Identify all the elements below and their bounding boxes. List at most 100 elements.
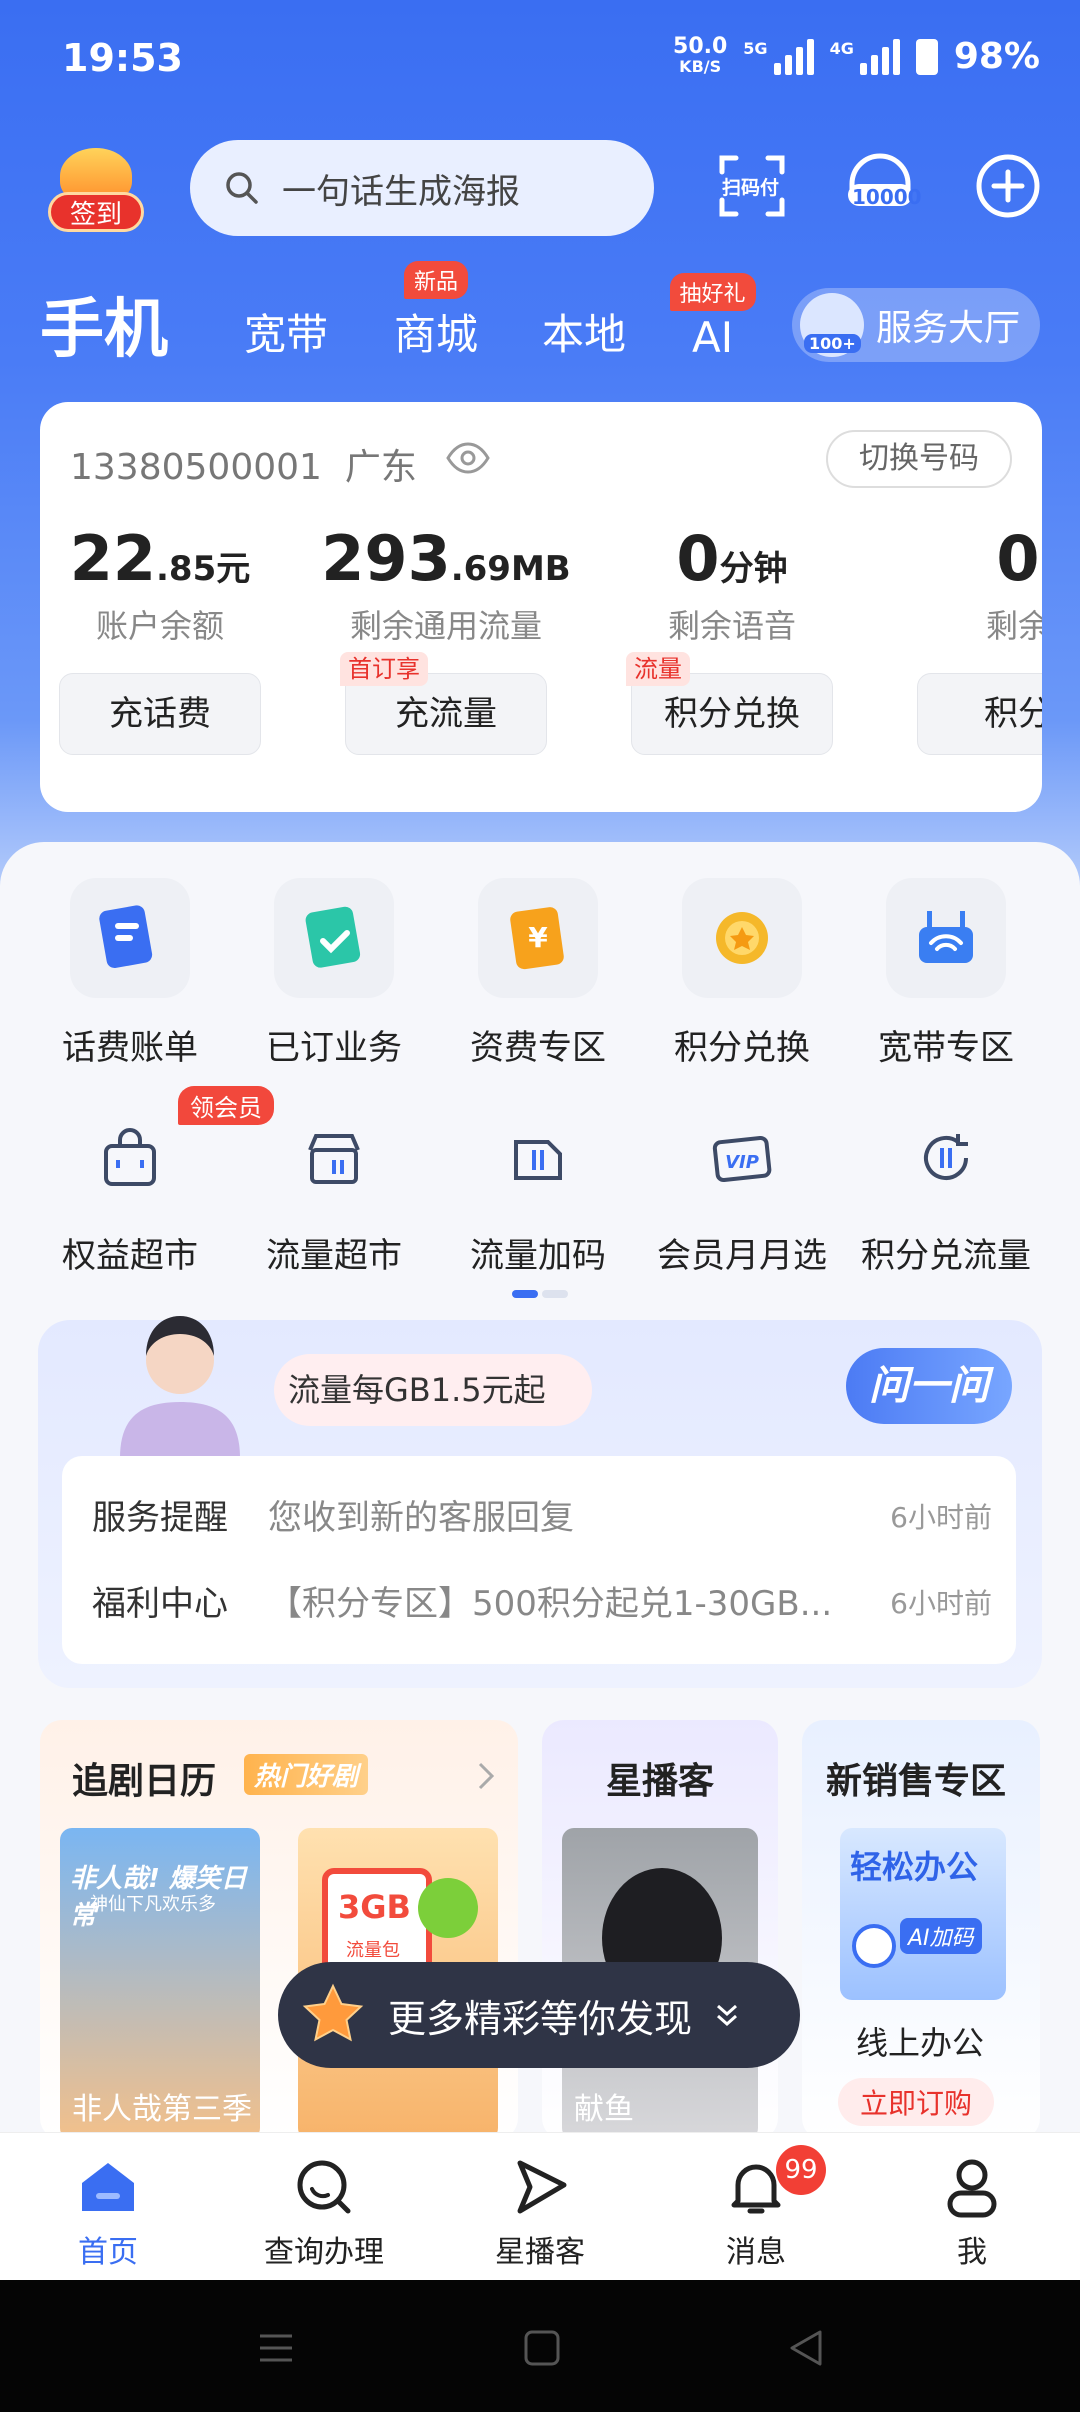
points-icon: [682, 878, 802, 998]
page-indicator: [512, 1290, 568, 1298]
account-number: 13380500001 广东: [70, 438, 417, 490]
back-icon[interactable]: [786, 2328, 826, 2368]
shopping-bag-icon: 领会员: [82, 1086, 274, 1206]
data-int: 293: [321, 522, 451, 595]
nav-me[interactable]: 我: [882, 2155, 1062, 2271]
extra-int: 0: [996, 522, 1040, 595]
service-row-key: 福利中心: [92, 1584, 228, 1624]
nav-messages[interactable]: 99 消息: [666, 2145, 846, 2271]
nav-query[interactable]: 查询办理: [234, 2155, 414, 2271]
menu-icon[interactable]: [256, 2328, 296, 2368]
service-hall-button[interactable]: 100+ 服务大厅: [792, 288, 1040, 362]
tab-broadband-label: 宽带: [244, 310, 329, 359]
tab-phone-label: 手机: [40, 293, 168, 367]
star-icon: [302, 1983, 364, 2042]
tariff-icon: ¥: [478, 878, 598, 998]
buy-data-tag: 首订享: [340, 652, 428, 686]
service-row[interactable]: 福利中心 【积分专区】500积分起兑1-30GB... 6小时前: [92, 1574, 992, 1634]
ask-button[interactable]: 问一问: [846, 1348, 1012, 1424]
tab-local-label: 本地: [542, 310, 627, 359]
home-square-icon[interactable]: [522, 2328, 562, 2368]
plus-circle-icon: [976, 154, 1040, 218]
order-now-button[interactable]: 立即订购: [838, 2078, 995, 2126]
person-icon: [947, 2159, 997, 2218]
new-sales-card[interactable]: 新销售专区 轻松办公 AI加码 线上办公 立即订购: [802, 1720, 1040, 2140]
search-input[interactable]: 一句话生成海报: [190, 140, 654, 236]
drama-poster-caption: 非人哉第三季: [72, 2092, 252, 2127]
buy-data-button[interactable]: 首订享 充流量: [340, 652, 547, 755]
voice-label: 剩余语音: [667, 607, 796, 645]
add-button[interactable]: [972, 150, 1044, 222]
grid-broadband[interactable]: 宽带专区: [844, 878, 1048, 1069]
grid-bill[interactable]: 话费账单: [28, 878, 232, 1069]
phone-region: 广东: [344, 447, 417, 488]
grid-tariff[interactable]: ¥ 资费专区: [436, 878, 640, 1069]
service-hall-label: 服务大厅: [876, 308, 1021, 349]
points-exchange-button[interactable]: 流量 积分兑换: [626, 652, 833, 755]
drama-calendar-card[interactable]: 追剧日历 热门好剧 非人哉! 爆笑日常 神仙下凡欢乐多 非人哉第三季 3GB 流…: [40, 1720, 518, 2140]
signin-button[interactable]: 签到: [48, 148, 144, 234]
extra-value: 0: [888, 522, 1042, 595]
data-boost-icon: [490, 1110, 586, 1206]
grid-data-market[interactable]: 流量超市: [232, 1110, 436, 1277]
promo-bubble[interactable]: 流量每GB1.5元起: [274, 1354, 592, 1426]
service-row[interactable]: 服务提醒 您收到新的客服回复 6小时前: [92, 1488, 992, 1548]
drama-poster-subtext: 神仙下凡欢乐多: [90, 1894, 216, 1915]
grid-monthly-member[interactable]: VIP 会员月月选: [640, 1110, 844, 1277]
sales-banner-title: 轻松办公: [850, 1848, 979, 1886]
sales-banner[interactable]: 轻松办公 AI加码: [840, 1828, 1006, 2000]
nav-home[interactable]: 首页: [18, 2155, 198, 2271]
scan-pay-button[interactable]: 扫码付: [716, 150, 788, 222]
recharge-button[interactable]: 充话费: [59, 673, 261, 755]
data-pack-amount: 3GB: [338, 1888, 411, 1926]
balance-value: 22.85元: [40, 522, 290, 595]
double-chevron-down-icon: [717, 2004, 738, 2027]
grid-rights-market[interactable]: 领会员 权益超市: [28, 1086, 274, 1277]
nav-me-label: 我: [957, 2235, 987, 2270]
nav-live[interactable]: 星播客: [450, 2155, 630, 2271]
grid-rights-market-label: 权益超市: [62, 1236, 198, 1276]
router-icon: [886, 878, 1006, 998]
tab-ai[interactable]: 抽好礼 AI: [669, 273, 756, 362]
grid-points[interactable]: 积分兑换: [640, 878, 844, 1069]
eye-icon[interactable]: [446, 440, 490, 476]
live-title: 星播客: [606, 1761, 715, 1802]
sales-item: 线上办公: [856, 2024, 985, 2062]
sim1-tag: 5G: [743, 38, 768, 58]
account-card: 13380500001 广东 切换号码 22.85元 账户余额 充话费 293.…: [40, 402, 1042, 812]
grid-subscriptions[interactable]: 已订业务: [232, 878, 436, 1069]
data-unit: MB: [510, 549, 571, 589]
switch-number-button[interactable]: 切换号码: [826, 430, 1012, 488]
drama-poster[interactable]: 非人哉! 爆笑日常 神仙下凡欢乐多 非人哉第三季: [60, 1828, 260, 2140]
exchange-circle-icon: [898, 1110, 994, 1206]
balance-int: 22: [69, 522, 157, 595]
tab-broadband[interactable]: 宽带: [244, 301, 328, 362]
subscriptions-icon: [274, 878, 394, 998]
tab-local[interactable]: 本地: [542, 301, 626, 362]
battery-icon: [915, 38, 938, 75]
drama-tag: 热门好剧: [244, 1754, 369, 1795]
nav-messages-label: 消息: [726, 2235, 786, 2270]
metric-extra: 0 剩余 积分: [888, 522, 1042, 755]
status-bar: 19:53 50.0 KB/S 5G 4G 98%: [0, 0, 1080, 120]
vip-card-icon: VIP: [694, 1110, 790, 1206]
signin-label: 签到: [48, 192, 144, 232]
hotline-10000-button[interactable]: 10000: [844, 150, 922, 222]
points-button-label: 积分: [984, 694, 1042, 734]
tab-mall[interactable]: 新品 商城: [394, 261, 478, 362]
tab-phone[interactable]: 手机: [40, 278, 168, 370]
bottom-nav: 首页 查询办理 星播客 99 消息 我: [0, 2132, 1080, 2280]
service-list: 服务提醒 您收到新的客服回复 6小时前 福利中心 【积分专区】500积分起兑1-30G…: [62, 1456, 1016, 1664]
discover-more-button[interactable]: 更多精彩等你发现: [278, 1962, 800, 2068]
live-card[interactable]: 星播客 献鱼: [542, 1720, 778, 2140]
live-poster-caption: 献鱼: [574, 2092, 634, 2127]
metric-data: 293.69MB 剩余通用流量 首订享 充流量: [316, 522, 576, 755]
tab-ai-label: AI: [692, 313, 734, 362]
search-placeholder: 一句话生成海报: [282, 171, 520, 212]
points-button[interactable]: 积分: [917, 673, 1042, 755]
voice-value: 0分钟: [602, 522, 862, 595]
grid-points-to-data[interactable]: 积分兑流量: [844, 1110, 1048, 1277]
grid-monthly-member-label: 会员月月选: [657, 1236, 827, 1276]
service-row-time: 6小时前: [890, 1587, 992, 1620]
grid-data-boost[interactable]: 流量加码: [436, 1110, 640, 1277]
